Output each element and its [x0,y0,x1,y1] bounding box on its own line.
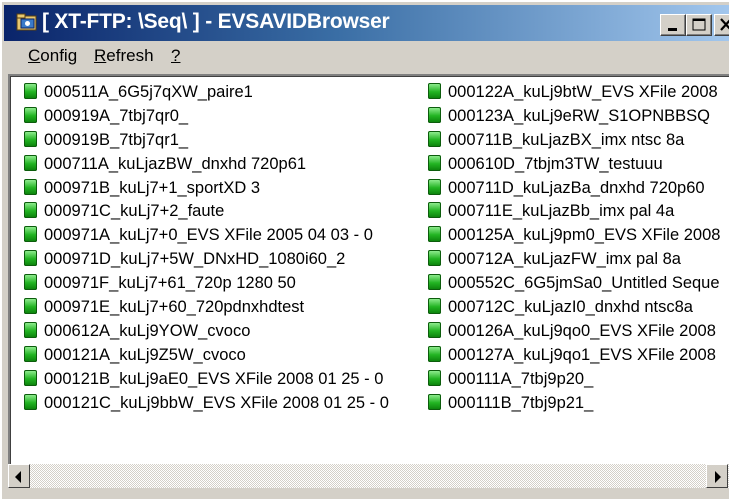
green-clip-icon [24,345,37,362]
green-clip-icon [24,321,37,338]
green-clip-icon [24,202,37,219]
window-bottom-edge [2,490,729,499]
clip-list[interactable]: 000511A_6G5j7qXW_paire1 000919A_7tbj7qr0… [8,74,729,464]
list-item-label: 000971D_kuLj7+5W_DNxHD_1080i60_2 [44,250,346,269]
green-clip-icon [24,130,37,147]
list-item-label: 000125A_kuLj9pm0_EVS XFile 2008 [448,226,721,245]
green-clip-icon [24,393,37,410]
scroll-right-arrow-icon [715,471,721,483]
list-item-label: 000712A_kuLjazFW_imx pal 8a [448,250,681,269]
list-item-label: 000971E_kuLj7+60_720pdnxhdtest [44,298,305,317]
close-icon [720,18,729,31]
close-button[interactable] [714,14,729,36]
list-item-label: 000919A_7tbj7qr0_ [44,106,189,125]
list-item-label: 000127A_kuLj9qo1_EVS XFile 2008 [448,345,716,364]
minimize-icon [668,28,677,31]
scroll-left-button[interactable] [8,464,30,488]
scroll-right-button[interactable] [706,464,728,488]
maximize-button[interactable] [686,14,712,36]
window-title: [ XT-FTP: \Seq\ ] - EVSAVIDBrowser [42,10,390,33]
list-item-label: 000711A_kuLjazBW_dnxhd 720p61 [44,154,307,173]
green-clip-icon [428,321,441,338]
menu-config-rest: onfig [40,46,78,65]
green-clip-icon [428,226,441,243]
list-item-label: 000111A_7tbj9p20_ [448,369,594,388]
green-clip-icon [428,83,441,99]
scrollbar-track[interactable] [30,464,729,488]
horizontal-scrollbar[interactable] [8,464,729,488]
list-item-label: 000121A_kuLj9Z5W_cvoco [44,345,246,364]
green-clip-icon [428,154,441,171]
menu-bar: Config Refresh ? [4,43,729,69]
green-clip-icon [428,130,441,147]
list-item-label: 000971B_kuLj7+1_sportXD 3 [44,178,261,197]
menu-refresh-mnemonic: R [94,46,107,65]
list-item-label: 000971A_kuLj7+0_EVS XFile 2005 04 03 - 0 [44,226,373,245]
green-clip-icon [428,345,441,362]
list-item-label: 000712C_kuLjazI0_dnxhd ntsc8a [448,298,693,317]
green-clip-icon [24,298,37,315]
green-clip-icon [428,393,441,410]
scroll-left-arrow-icon [15,471,21,483]
list-item-label: 000919B_7tbj7qr1_ [44,130,189,149]
menu-config[interactable]: Config [28,46,77,66]
list-item-label: 000121C_kuLj9bbW_EVS XFile 2008 01 25 - … [44,393,389,412]
green-clip-icon [24,154,37,171]
menu-help[interactable]: ? [171,46,180,66]
list-item-label: 000711D_kuLjazBa_dnxhd 720p60 [448,178,705,197]
list-item-label: 000711E_kuLjazBb_imx pal 4a [448,202,675,221]
green-clip-icon [24,250,37,267]
green-clip-icon [428,106,441,123]
maximize-icon [692,18,706,31]
menu-config-mnemonic: C [28,46,41,65]
folder-app-icon[interactable] [16,11,38,33]
menu-refresh[interactable]: Refresh [94,46,154,66]
green-clip-icon [428,274,441,291]
list-item-label: 000121B_kuLj9aE0_EVS XFile 2008 01 25 - … [44,369,384,388]
list-item-label: 000612A_kuLj9YOW_cvoco [44,321,251,340]
list-item-label: 000711B_kuLjazBX_imx ntsc 8a [448,130,685,149]
list-item-label: 000971C_kuLj7+2_faute [44,202,225,221]
list-item-label: 000971F_kuLj7+61_720p 1280 50 [44,274,296,293]
list-item-label: 000123A_kuLj9eRW_S1OPNBBSQ [448,106,711,125]
green-clip-icon [24,106,37,123]
list-item-label: 000552C_6G5jmSa0_Untitled Seque [448,274,720,293]
list-item-label: 000122A_kuLj9btW_EVS XFile 2008 [448,83,718,101]
menu-help-mnemonic: ? [171,46,181,65]
app-window: [ XT-FTP: \Seq\ ] - EVSAVIDBrowser Confi… [0,0,729,499]
green-clip-icon [428,298,441,315]
green-clip-icon [24,83,37,99]
green-clip-icon [24,178,37,195]
green-clip-icon [428,250,441,267]
green-clip-icon [428,202,441,219]
green-clip-icon [24,369,37,386]
green-clip-icon [24,274,37,291]
list-item-label: 000111B_7tbj9p21_ [448,393,594,412]
list-item-label: 000511A_6G5j7qXW_paire1 [44,83,253,101]
list-item-label: 000610D_7tbjm3TW_testuuu [448,154,663,173]
title-bar[interactable]: [ XT-FTP: \Seq\ ] - EVSAVIDBrowser [4,5,729,41]
green-clip-icon [428,178,441,195]
menu-refresh-rest: efresh [106,46,154,65]
minimize-button[interactable] [660,14,686,36]
list-item-label: 000126A_kuLj9qo0_EVS XFile 2008 [448,321,716,340]
green-clip-icon [24,226,37,243]
green-clip-icon [428,369,441,386]
